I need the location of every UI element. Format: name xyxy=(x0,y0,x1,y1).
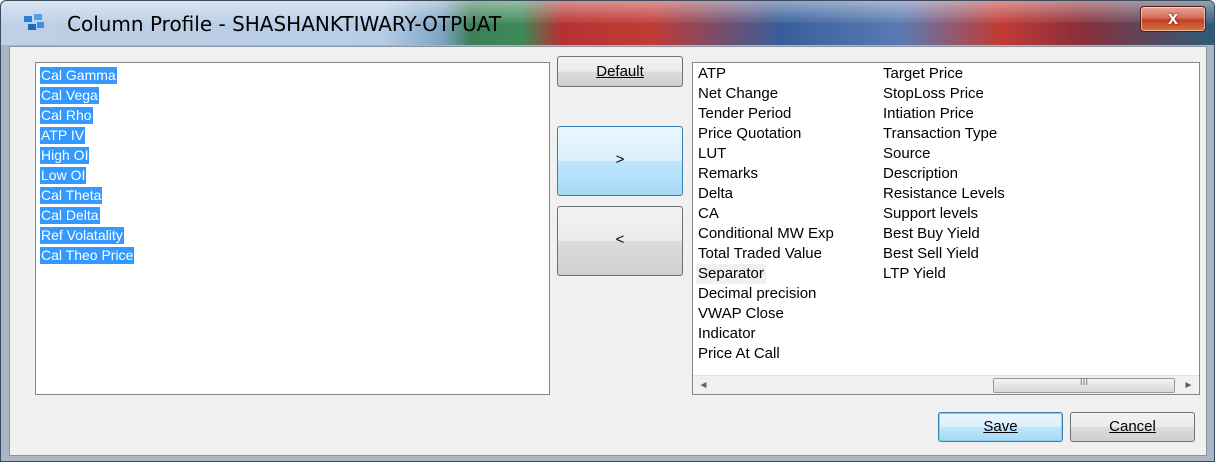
available-column-item[interactable]: Decimal precision xyxy=(698,284,816,304)
available-column-item[interactable]: Source xyxy=(883,144,931,164)
cancel-button[interactable]: Cancel xyxy=(1070,412,1195,442)
app-icon xyxy=(24,14,44,30)
selected-column-item[interactable]: High OI xyxy=(40,147,90,164)
available-column-item[interactable]: LTP Yield xyxy=(883,264,946,284)
horizontal-scrollbar[interactable]: ◄ III ► xyxy=(693,375,1199,394)
save-button[interactable]: Save xyxy=(938,412,1063,442)
selected-column-item[interactable]: Cal Theta xyxy=(40,187,103,204)
available-column-item[interactable]: Best Buy Yield xyxy=(883,224,980,244)
selected-column-item[interactable]: Ref Volatality xyxy=(40,227,124,244)
available-column-item[interactable]: Price Quotation xyxy=(698,124,801,144)
available-column-item[interactable]: Description xyxy=(883,164,958,184)
selected-columns-list[interactable]: Cal Gamma Cal Vega Cal Rho ATP IV High OI Low… xyxy=(35,62,550,395)
available-column-item[interactable]: Remarks xyxy=(698,164,758,184)
available-column-item[interactable]: Support levels xyxy=(883,204,978,224)
scroll-thumb[interactable]: III xyxy=(993,377,1175,393)
add-column-button[interactable]: > xyxy=(557,126,683,196)
scroll-right-icon[interactable]: ► xyxy=(1180,376,1197,394)
available-column-item[interactable]: Total Traded Value xyxy=(698,244,822,264)
available-column-item[interactable]: Separator xyxy=(696,264,766,284)
available-column-item[interactable]: ATP xyxy=(698,64,726,84)
available-column-item[interactable]: Net Change xyxy=(698,84,778,104)
default-button[interactable]: Default xyxy=(557,56,683,87)
selected-column-item[interactable]: Cal Theo Price xyxy=(40,247,135,264)
close-button[interactable]: x xyxy=(1140,6,1206,32)
window-title: Column Profile - SHASHANKTIWARY-OTPUAT xyxy=(67,12,502,36)
grip-icon: III xyxy=(1079,377,1089,388)
selected-column-item[interactable]: Cal Rho xyxy=(40,107,93,124)
save-button-label: Save xyxy=(983,418,1018,435)
available-column-item[interactable]: LUT xyxy=(698,144,726,164)
available-column-item[interactable]: CA xyxy=(698,204,719,224)
close-icon: x xyxy=(1167,8,1178,28)
selected-column-item[interactable]: Cal Vega xyxy=(40,87,99,104)
available-column-item[interactable]: Conditional MW Exp xyxy=(698,224,834,244)
available-column-item[interactable]: StopLoss Price xyxy=(883,84,984,104)
available-column-item[interactable]: Target Price xyxy=(883,64,963,84)
selected-column-item[interactable]: ATP IV xyxy=(40,127,86,144)
available-column-item[interactable]: VWAP Close xyxy=(698,304,784,324)
column-profile-window: Column Profile - SHASHANKTIWARY-OTPUAT x… xyxy=(0,0,1215,462)
available-column-item[interactable]: Tender Period xyxy=(698,104,791,124)
available-column-item[interactable]: Price At Call xyxy=(698,344,780,364)
available-columns-list[interactable]: ATP Net Change Tender Period Price Quotatio… xyxy=(692,62,1200,395)
selected-column-item[interactable]: Cal Delta xyxy=(40,207,100,224)
default-button-label: Default xyxy=(596,63,644,80)
available-column-item[interactable]: Intiation Price xyxy=(883,104,974,124)
scroll-left-icon[interactable]: ◄ xyxy=(695,376,712,394)
available-column-item[interactable]: Delta xyxy=(698,184,733,204)
selected-column-item[interactable]: Low OI xyxy=(40,167,87,184)
remove-arrow-icon: < xyxy=(615,231,625,248)
remove-column-button[interactable]: < xyxy=(557,206,683,276)
dialog-client-area: Cal Gamma Cal Vega Cal Rho ATP IV High OI Low… xyxy=(9,46,1207,456)
available-column-item[interactable]: Indicator xyxy=(698,324,756,344)
cancel-button-label: Cancel xyxy=(1109,418,1156,435)
selected-column-item[interactable]: Cal Gamma xyxy=(40,67,117,84)
available-column-item[interactable]: Transaction Type xyxy=(883,124,997,144)
title-bar[interactable]: Column Profile - SHASHANKTIWARY-OTPUAT xyxy=(1,1,1214,45)
available-column-item[interactable]: Best Sell Yield xyxy=(883,244,979,264)
available-column-item[interactable]: Resistance Levels xyxy=(883,184,1005,204)
add-arrow-icon: > xyxy=(615,151,625,168)
